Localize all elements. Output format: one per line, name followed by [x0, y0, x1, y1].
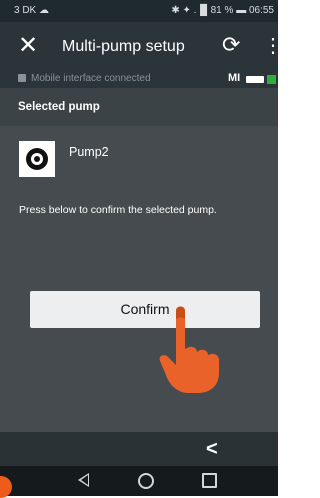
section-title: Selected pump — [18, 101, 100, 113]
connection-text: Mobile interface connected — [31, 73, 151, 84]
connected-indicator-icon — [267, 75, 276, 84]
close-icon[interactable]: ✕ — [18, 34, 38, 58]
nav-home-icon[interactable] — [138, 473, 154, 489]
page-title: Multi-pump setup — [62, 38, 185, 55]
phone-screen: 3 DK ☁ ✱ ✦ .▐▌81 % ▬ 06:55 ✕ Multi-pump … — [0, 0, 283, 496]
more-options-icon[interactable]: ⋮ — [263, 34, 283, 58]
pump-name: Pump2 — [69, 145, 109, 159]
status-carrier: 3 DK ☁ — [14, 5, 50, 16]
section-header: Selected pump — [0, 88, 278, 126]
system-nav-bar — [0, 466, 278, 496]
bottom-toolbar: < — [0, 432, 278, 466]
status-indicators: ✱ ✦ .▐▌81 % ▬ 06:55 — [171, 5, 274, 16]
nav-recents-icon[interactable] — [202, 473, 217, 488]
status-bar: 3 DK ☁ ✱ ✦ .▐▌81 % ▬ 06:55 — [0, 0, 278, 22]
refresh-icon[interactable]: ⟳ — [222, 33, 240, 57]
pump-icon — [19, 141, 55, 177]
instruction-text: Press below to confirm the selected pump… — [19, 204, 217, 216]
back-chevron-icon[interactable]: < — [206, 438, 218, 461]
nav-back-icon[interactable] — [78, 473, 89, 487]
checkbox-icon — [18, 74, 26, 82]
connection-status: Mobile interface connected MI — [0, 72, 278, 88]
pointing-hand-icon — [159, 306, 219, 393]
mi-badge: MI — [228, 72, 241, 84]
app-bar: ✕ Multi-pump setup ⟳ ⋮ — [0, 22, 283, 72]
mi-signal-icon — [246, 76, 264, 83]
